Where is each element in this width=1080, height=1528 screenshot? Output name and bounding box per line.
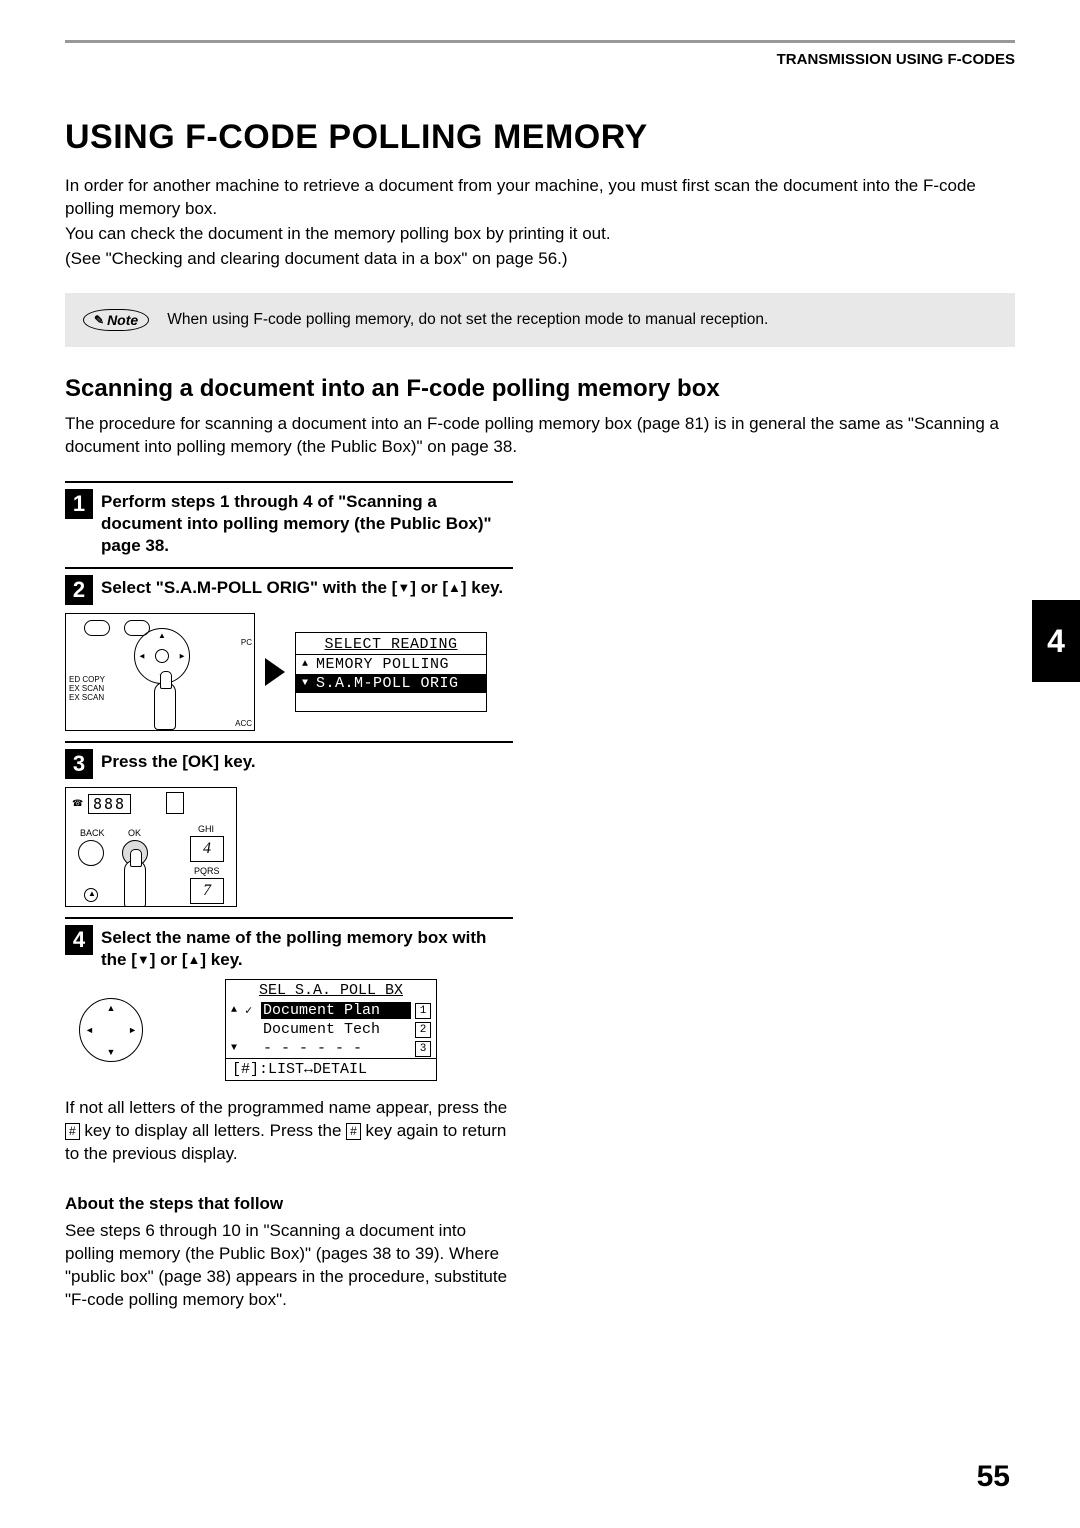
step-text: Perform steps 1 through 4 of "Scanning a…: [101, 489, 513, 557]
lcd-row-text: - - - - - -: [261, 1040, 411, 1057]
pqrs-label: PQRS: [194, 866, 220, 876]
lcd-row-text: Document Tech: [261, 1021, 411, 1038]
step-2: 2 Select "S.A.M-POLL ORIG" with the [▼] …: [65, 575, 513, 605]
lcd-row-num: 1: [415, 1003, 431, 1019]
lcd-title: SELECT READING: [296, 633, 486, 655]
running-header: TRANSMISSION USING F-CODES: [65, 51, 1015, 68]
up-triangle-icon: ▲: [188, 952, 201, 969]
step-number: 1: [65, 489, 93, 519]
finger-press-icon: [154, 682, 176, 730]
panel-label-pc: PC: [241, 638, 252, 647]
step-1: 1 Perform steps 1 through 4 of "Scanning…: [65, 489, 513, 557]
figure-step4: ▲▼ ◄► SEL S.A. POLL BX ▲ ✓ Document Plan…: [65, 979, 513, 1081]
ok-label: OK: [128, 828, 141, 838]
up-triangle-icon: ▲: [448, 580, 461, 597]
step-3: 3 Press the [OK] key.: [65, 749, 513, 779]
note-text: When using F-code polling memory, do not…: [167, 311, 768, 329]
back-button-icon: [78, 840, 104, 866]
lcd-row-num: 2: [415, 1022, 431, 1038]
step-4: 4 Select the name of the polling memory …: [65, 925, 513, 971]
lcd-screen-1: SELECT READING ▲ MEMORY POLLING ▼ S.A.M-PO…: [295, 632, 487, 712]
step-text: Select the name of the polling memory bo…: [101, 925, 513, 971]
key-7: 7: [190, 878, 224, 904]
step-number: 4: [65, 925, 93, 955]
lcd-row-selected: ▼ S.A.M-POLL ORIG: [296, 674, 486, 693]
back-label: BACK: [80, 828, 105, 838]
up-indicator-icon: ▲: [302, 659, 312, 670]
note-badge: Note: [83, 309, 149, 331]
figure-step2: ▲▼ ◄► PC ED COPY EX SCAN EX SCAN ACC SEL…: [65, 613, 513, 731]
step-text: Press the [OK] key.: [101, 749, 256, 779]
step-divider: [65, 917, 513, 919]
step-divider: [65, 481, 513, 483]
lcd-row: ▲ MEMORY POLLING: [296, 655, 486, 674]
chapter-tab: 4: [1032, 600, 1080, 682]
note-label: Note: [107, 312, 138, 328]
keypad-illustration: ☎ 888 BACK OK GHI 4 PQRS 7 ▲: [65, 787, 237, 907]
intro-block: In order for another machine to retrieve…: [65, 175, 1015, 271]
down-indicator-icon: ▼: [302, 678, 312, 689]
step-text-or: ] or [: [410, 578, 448, 597]
key-4: 4: [190, 836, 224, 862]
followup-paragraph: If not all letters of the programmed nam…: [65, 1097, 513, 1166]
step-text: Select "S.A.M-POLL ORIG" with the [▼] or…: [101, 575, 503, 605]
page-number: 55: [977, 1460, 1010, 1494]
section-intro: The procedure for scanning a document in…: [65, 413, 1015, 459]
lcd-row-num: 3: [415, 1041, 431, 1057]
hash-key-icon: #: [65, 1123, 80, 1139]
lcd-row-selected: ▲ ✓ Document Plan 1: [226, 1001, 436, 1020]
lcd-row: ▼ - - - - - - 3: [226, 1039, 436, 1058]
down-indicator-icon: ▼: [231, 1043, 241, 1054]
lcd-footer: [#]:LIST↔DETAIL: [226, 1058, 436, 1080]
step-number: 3: [65, 749, 93, 779]
intro-line-1: In order for another machine to retrieve…: [65, 175, 1015, 221]
page-title: USING F-CODE POLLING MEMORY: [65, 118, 1015, 157]
steps-column: 1 Perform steps 1 through 4 of "Scanning…: [65, 481, 513, 1312]
text-part: If not all letters of the programmed nam…: [65, 1098, 507, 1117]
lcd-title: SEL S.A. POLL BX: [226, 980, 436, 1001]
key-outline: [166, 792, 184, 814]
intro-line-2: You can check the document in the memory…: [65, 223, 1015, 246]
panel-label: EX SCAN: [69, 694, 105, 703]
up-indicator-icon: ▲: [231, 1005, 241, 1016]
step-text-post: ] key.: [200, 950, 242, 969]
arrow-right-icon: [265, 658, 285, 686]
up-arrow-icon: ▲: [88, 889, 96, 898]
step-text-or: ] or [: [150, 950, 188, 969]
step-text-post: ] key.: [461, 578, 503, 597]
finger-press-icon: [124, 860, 146, 907]
hash-key-icon: #: [346, 1123, 361, 1139]
segment-display: 888: [88, 794, 131, 814]
nav-ring-icon: ▲▼ ◄►: [79, 998, 143, 1062]
lcd-row-text: Document Plan: [261, 1002, 411, 1019]
note-box: Note When using F-code polling memory, d…: [65, 293, 1015, 347]
step-text-pre: Select "S.A.M-POLL ORIG" with the [: [101, 578, 397, 597]
control-panel-illustration: ▲▼ ◄► PC ED COPY EX SCAN EX SCAN ACC: [65, 613, 255, 731]
lcd-screen-2: SEL S.A. POLL BX ▲ ✓ Document Plan 1 Doc…: [225, 979, 437, 1081]
phone-icon: ☎: [72, 798, 83, 809]
panel-label-acc: ACC: [235, 719, 252, 728]
ghi-label: GHI: [198, 824, 214, 834]
step-number: 2: [65, 575, 93, 605]
check-icon: ✓: [245, 1003, 257, 1018]
step-divider: [65, 741, 513, 743]
lcd-row-text: MEMORY POLLING: [316, 656, 449, 673]
intro-line-3: (See "Checking and clearing document dat…: [65, 248, 1015, 271]
down-triangle-icon: ▼: [397, 580, 410, 597]
step-divider: [65, 567, 513, 569]
down-triangle-icon: ▼: [137, 952, 150, 969]
lcd-row: Document Tech 2: [226, 1020, 436, 1039]
lcd-row-text: S.A.M-POLL ORIG: [316, 675, 459, 692]
about-heading: About the steps that follow: [65, 1194, 513, 1214]
section-heading: Scanning a document into an F-code polli…: [65, 375, 1015, 403]
text-part: key to display all letters. Press the: [80, 1121, 346, 1140]
header-rule: [65, 40, 1015, 43]
about-paragraph: See steps 6 through 10 in "Scanning a do…: [65, 1220, 513, 1312]
panel-side-labels: ED COPY EX SCAN EX SCAN: [69, 676, 105, 702]
